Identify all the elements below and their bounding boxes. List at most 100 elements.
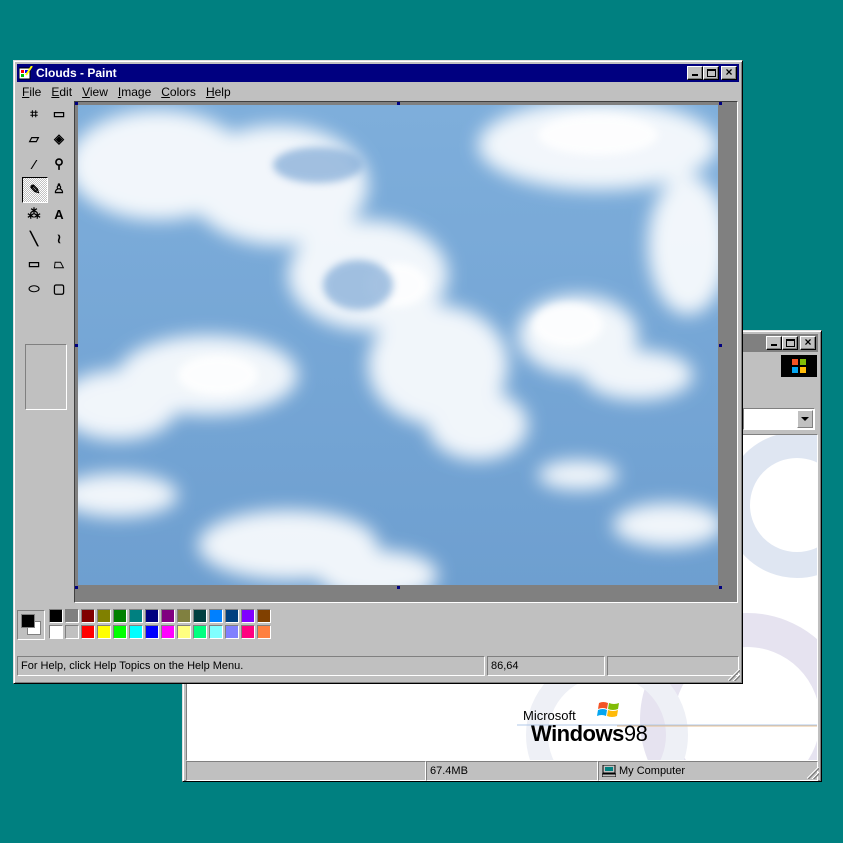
tool-curve[interactable]: ≀: [47, 227, 71, 251]
palette-color[interactable]: [193, 625, 207, 639]
tool-rectangle[interactable]: ▭: [22, 252, 46, 276]
palette-color[interactable]: [65, 609, 79, 623]
palette-color[interactable]: [161, 625, 175, 639]
close-button[interactable]: ×: [800, 335, 816, 350]
menu-image[interactable]: Image: [113, 85, 156, 99]
canvas-scroll-area[interactable]: [74, 101, 738, 603]
palette-color[interactable]: [113, 625, 127, 639]
paint-titlebar[interactable]: Clouds - Paint ×: [17, 64, 739, 82]
palette-color[interactable]: [241, 609, 255, 623]
close-button[interactable]: ×: [721, 65, 737, 80]
palette-color[interactable]: [257, 609, 271, 623]
tool-free-form-select[interactable]: ⌗: [22, 102, 46, 126]
background-statusbar: 67.4MB My Computer: [186, 761, 818, 781]
menu-edit[interactable]: Edit: [46, 85, 77, 99]
resize-handle-bottom-right[interactable]: [719, 586, 722, 589]
palette-color[interactable]: [209, 625, 223, 639]
brush-icon: ♙: [53, 181, 65, 196]
resize-handle-bottom-left[interactable]: [75, 586, 78, 589]
dropdown-button[interactable]: [797, 410, 813, 428]
tool-line[interactable]: ╲: [22, 227, 46, 251]
resize-handle-top-left[interactable]: [75, 102, 78, 105]
minimize-icon: [771, 344, 777, 346]
status-help-text: For Help, click Help Topics on the Help …: [17, 656, 485, 676]
maximize-button[interactable]: [782, 336, 798, 350]
status-coordinates: 86,64: [487, 656, 605, 676]
palette-color[interactable]: [225, 609, 239, 623]
tool-magnifier[interactable]: ⚲: [47, 152, 71, 176]
resize-handle-left[interactable]: [75, 344, 78, 347]
tool-polygon[interactable]: ⏢: [47, 252, 71, 276]
tool-pick-color[interactable]: ⁄: [22, 152, 46, 176]
palette-color[interactable]: [49, 609, 63, 623]
my-computer-icon: [602, 765, 616, 777]
menu-view[interactable]: View: [77, 85, 113, 99]
polygon-icon: ⏢: [53, 256, 65, 271]
tool-fill[interactable]: ◈: [47, 127, 71, 151]
palette-color[interactable]: [129, 625, 143, 639]
tool-rounded-rectangle[interactable]: ▢: [47, 277, 71, 301]
minimize-button[interactable]: [766, 336, 782, 350]
menu-file[interactable]: File: [17, 85, 46, 99]
text-icon: A: [54, 206, 64, 222]
fill-icon: ◈: [54, 131, 64, 146]
maximize-icon: [786, 339, 795, 347]
palette-color[interactable]: [161, 609, 175, 623]
palette-color[interactable]: [97, 609, 111, 623]
minimize-button[interactable]: [687, 66, 703, 80]
tool-pencil[interactable]: ✎: [22, 177, 48, 203]
palette-color[interactable]: [177, 609, 191, 623]
ellipse-icon: ⬭: [28, 281, 40, 296]
clouds-image: [78, 105, 718, 585]
color-box: [17, 608, 737, 648]
status-cell-empty: [186, 761, 426, 781]
menu-colors[interactable]: Colors: [156, 85, 201, 99]
line-icon: ╲: [30, 231, 38, 246]
palette-color[interactable]: [81, 625, 95, 639]
palette-color[interactable]: [209, 609, 223, 623]
resize-handle-top[interactable]: [397, 102, 400, 105]
resize-handle-right[interactable]: [719, 344, 722, 347]
palette-color[interactable]: [177, 625, 191, 639]
free-form-select-icon: ⌗: [30, 106, 38, 121]
maximize-button[interactable]: [703, 66, 719, 80]
palette-color[interactable]: [113, 609, 127, 623]
palette-color[interactable]: [257, 625, 271, 639]
palette-color[interactable]: [225, 625, 239, 639]
palette-color[interactable]: [65, 625, 79, 639]
resize-grip[interactable]: [728, 669, 740, 681]
windows98-logo: Microsoft Windows98: [523, 699, 663, 751]
resize-handle-top-right[interactable]: [719, 102, 722, 105]
palette-color[interactable]: [129, 609, 143, 623]
resize-grip[interactable]: [807, 767, 819, 779]
palette-color[interactable]: [145, 609, 159, 623]
tool-options-panel[interactable]: [25, 344, 67, 410]
tool-brush[interactable]: ♙: [47, 177, 71, 201]
pick-color-icon: ⁄: [32, 156, 36, 172]
rounded-rectangle-icon: ▢: [52, 281, 66, 296]
resize-handle-bottom[interactable]: [397, 586, 400, 589]
menu-help[interactable]: Help: [201, 85, 236, 99]
tool-text[interactable]: A: [47, 202, 71, 226]
foreground-color-swatch: [21, 614, 35, 628]
palette-color[interactable]: [241, 625, 255, 639]
paint-window[interactable]: Clouds - Paint × File Edit View Image Co…: [13, 60, 743, 684]
select-icon: ▭: [52, 106, 66, 121]
palette-color[interactable]: [49, 625, 63, 639]
tool-select[interactable]: ▭: [47, 102, 71, 126]
tool-ellipse[interactable]: ⬭: [22, 277, 46, 301]
current-colors[interactable]: [17, 610, 45, 640]
palette-color[interactable]: [193, 609, 207, 623]
paint-statusbar: For Help, click Help Topics on the Help …: [17, 656, 739, 676]
menu-bar: File Edit View Image Colors Help: [17, 83, 236, 101]
status-location-label: My Computer: [619, 765, 686, 777]
palette-color[interactable]: [97, 625, 111, 639]
rectangle-icon: ▭: [27, 256, 41, 271]
airbrush-icon: ⁂: [27, 206, 41, 221]
palette-color[interactable]: [145, 625, 159, 639]
tool-eraser[interactable]: ▱: [22, 127, 46, 151]
address-combobox[interactable]: [743, 408, 815, 430]
tool-airbrush[interactable]: ⁂: [22, 202, 46, 226]
palette-color[interactable]: [81, 609, 95, 623]
drawing-canvas[interactable]: [78, 105, 718, 585]
